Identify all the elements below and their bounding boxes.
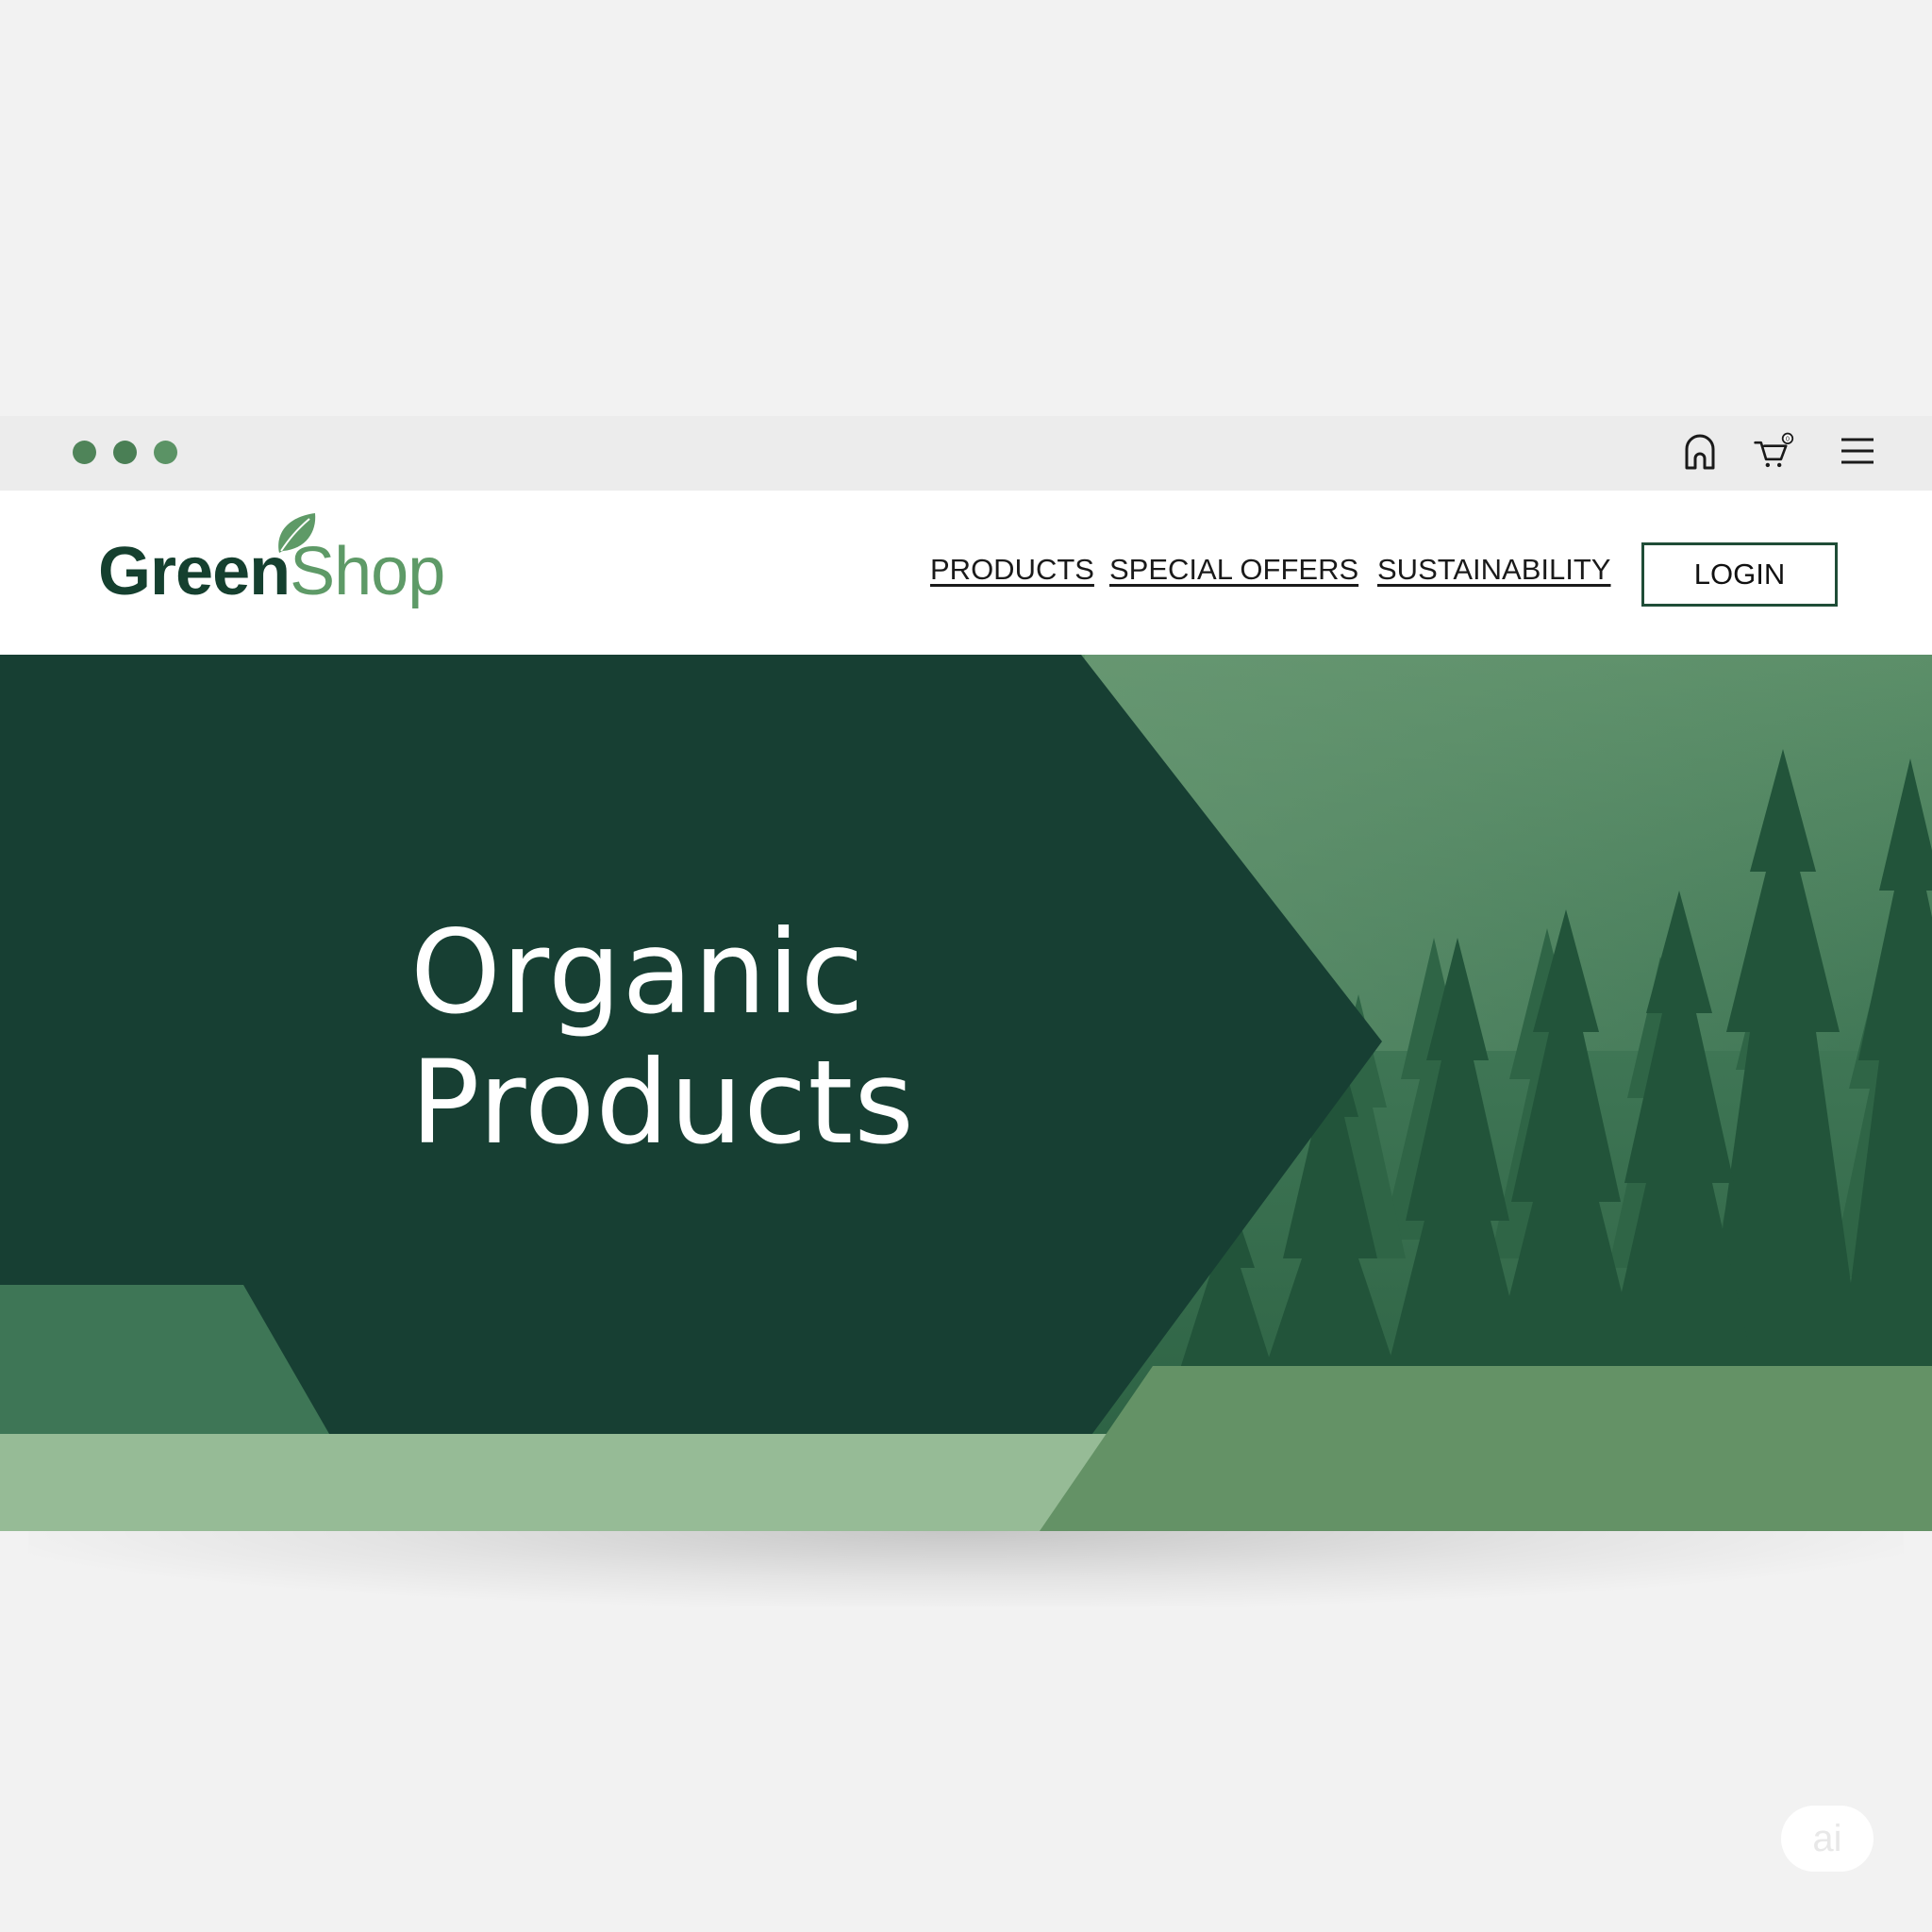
hero-title-line1: Organic (410, 906, 865, 1040)
logo-text-green: Green (98, 534, 291, 609)
login-button[interactable]: LOGIN (1641, 542, 1838, 607)
cart-icon[interactable]: 0 (1753, 430, 1794, 472)
hero-bottom-band-accent (1040, 1366, 1932, 1531)
hero-banner: Organic Products (0, 655, 1932, 1531)
nav-link-special-offers[interactable]: SPECIAL OFFERS (1109, 553, 1358, 587)
hero-title-line2: Products (410, 1036, 915, 1170)
window-control-dot[interactable] (113, 441, 137, 464)
logo[interactable]: GreenShop (98, 511, 457, 615)
browser-toolbar (0, 416, 1932, 491)
page-shadow (28, 1531, 1904, 1607)
nav-link-products[interactable]: PRODUCTS (930, 553, 1094, 587)
window-control-dot[interactable] (154, 441, 177, 464)
hero-bottom-band-light (0, 1434, 1109, 1531)
menu-icon[interactable] (1836, 430, 1877, 472)
logo-text-shop: Shop (290, 534, 445, 609)
watermark-badge: ai (1781, 1806, 1874, 1872)
hero-background (0, 655, 1932, 1531)
window-control-dot[interactable] (73, 441, 96, 464)
page: 0 GreenShop PRODUCTS SPECIAL OFFERS SUST… (0, 0, 1932, 1932)
hero-title: Organic Products (410, 908, 915, 1168)
nav-link-sustainability[interactable]: SUSTAINABILITY (1377, 553, 1611, 587)
cart-badge: 0 (1786, 436, 1790, 442)
home-icon[interactable] (1679, 430, 1721, 472)
